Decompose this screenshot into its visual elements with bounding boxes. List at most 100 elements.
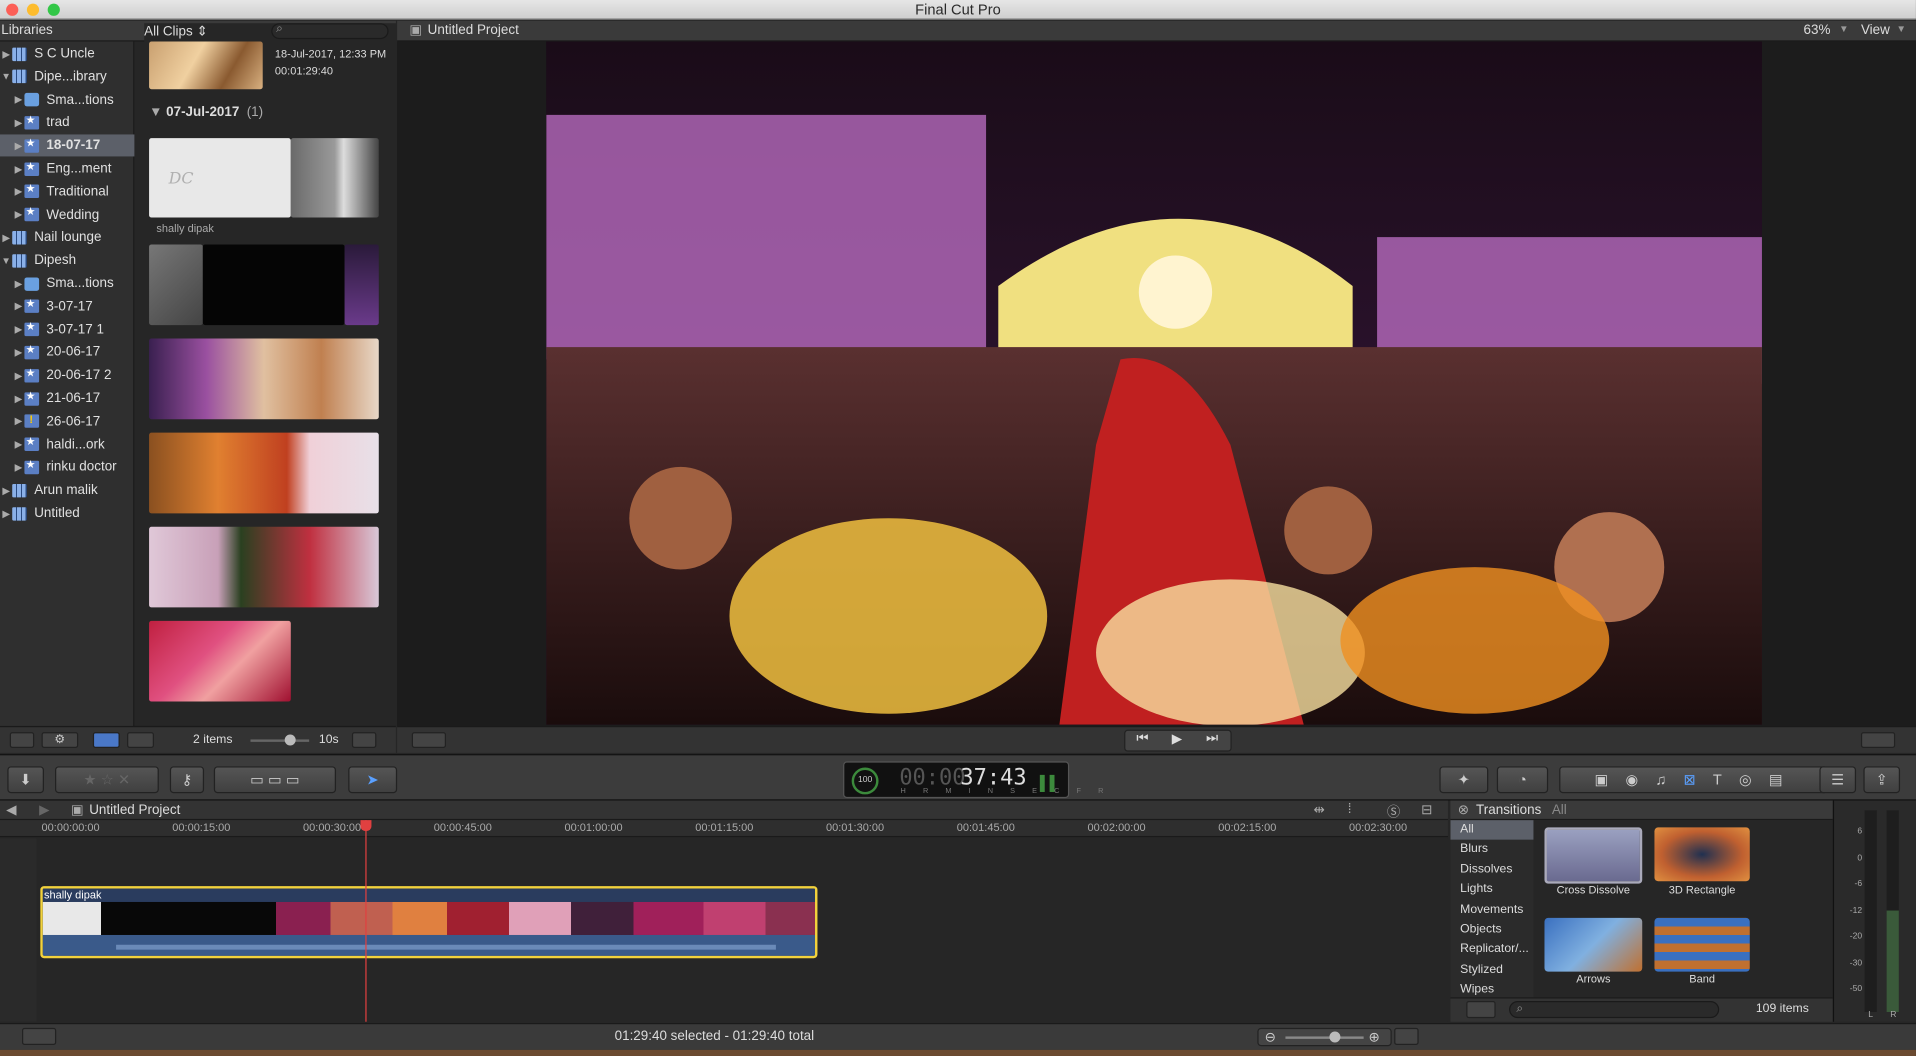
timeline-ruler[interactable]: 00:00:00:00 00:00:15:00 00:00:30:00 00:00:4… (0, 820, 1448, 838)
clip-thumbnail[interactable] (149, 41, 263, 90)
zoom-slider-knob[interactable] (284, 734, 296, 746)
music-icon[interactable]: ♫ (1655, 771, 1683, 788)
timeline-clip[interactable]: shally dipak (40, 886, 818, 959)
clip-appearance-button[interactable] (1394, 1027, 1419, 1045)
back-arrow-icon[interactable]: ◀ (6, 802, 16, 818)
disclosure-triangle-icon[interactable]: ▶ (12, 370, 24, 381)
transition-category[interactable]: Replicator/... (1450, 940, 1533, 960)
transition-thumbnail[interactable] (1654, 917, 1750, 972)
transition-thumbnail[interactable] (1544, 917, 1643, 972)
disclosure-triangle-icon[interactable]: ▶ (12, 439, 24, 450)
transitions-search-field[interactable]: ⌕ (1509, 1000, 1720, 1019)
library-item[interactable]: ▶ 3-07-17 1 (0, 318, 134, 340)
clip-thumbnail[interactable] (344, 244, 379, 326)
zoom-slider-knob[interactable] (1329, 1031, 1341, 1043)
disclosure-triangle-icon[interactable]: ▶ (12, 301, 24, 312)
transition-thumbnail[interactable] (1654, 827, 1750, 882)
snapping-icon[interactable]: ⊟ (1421, 802, 1432, 818)
timeline-zoom-control[interactable]: ⊖ ⊕ (1257, 1027, 1392, 1047)
share-icon[interactable]: ⇪ (1863, 766, 1901, 794)
disclosure-triangle-icon[interactable]: ▶ (12, 393, 24, 404)
library-item[interactable]: ▶ Sma...tions (0, 89, 134, 111)
playhead[interactable] (365, 820, 367, 1022)
transition-category[interactable]: Movements (1450, 900, 1533, 920)
clip-appearance-button[interactable] (351, 732, 377, 748)
transition-category[interactable]: Stylized (1450, 960, 1533, 980)
clip-thumbnail[interactable] (149, 526, 379, 608)
fullscreen-button[interactable] (1860, 732, 1896, 748)
edit-buttons[interactable]: ▭ ▭ ▭ (213, 766, 337, 794)
solo-icon[interactable]: Ⓢ (1387, 802, 1400, 822)
transition-thumbnail[interactable] (1544, 827, 1643, 884)
disclosure-triangle-icon[interactable]: ▶ (0, 232, 12, 243)
library-item[interactable]: ▶ 20-06-17 2 (0, 364, 134, 386)
transition-category[interactable]: Wipes (1450, 980, 1533, 997)
skimming-icon[interactable]: ⇹ (1314, 802, 1325, 818)
library-item[interactable]: ▶ Eng...ment (0, 158, 134, 180)
import-icon[interactable]: ⬇ (7, 766, 44, 794)
library-item[interactable]: ▶ 3-07-17 (0, 296, 134, 318)
library-item[interactable]: ▶ Arun malik (0, 479, 134, 501)
clip-thumbnail[interactable]: DC (149, 138, 291, 218)
library-item[interactable]: ▶ trad (0, 112, 134, 134)
play-icon[interactable]: ▶ (1172, 731, 1182, 747)
library-item[interactable]: ▶ Traditional (0, 181, 134, 203)
retime-icon[interactable]: ◔ (1496, 766, 1549, 794)
sidebar-toggle-button[interactable] (1466, 1000, 1496, 1019)
disclosure-triangle-icon[interactable]: ▼ (149, 105, 162, 120)
filmstrip-view-button[interactable] (92, 732, 120, 748)
clip-thumbnail[interactable] (149, 244, 203, 326)
view-menu[interactable]: View (1861, 23, 1890, 38)
library-item[interactable]: ▶ Nail lounge (0, 227, 134, 249)
themes-icon[interactable]: ▤ (1769, 771, 1800, 788)
media-browser-buttons[interactable]: ▣◉♫⊠T◎▤ (1559, 766, 1828, 794)
timecode-display[interactable]: 100 00:00 37:43 HRMINSECFR (843, 761, 1103, 799)
disclosure-triangle-icon[interactable]: ▶ (12, 140, 24, 151)
disclosure-triangle-icon[interactable]: ▶ (12, 347, 24, 358)
library-item[interactable]: ▼ Dipe...ibrary (0, 66, 134, 88)
library-item[interactable]: ▶ 26-06-17 (0, 410, 134, 432)
clip-thumbnail[interactable] (202, 244, 345, 326)
background-tasks-indicator[interactable]: 100 (851, 767, 879, 795)
viewer-display-button[interactable] (411, 732, 446, 748)
disclosure-triangle-icon[interactable]: ▼ (0, 255, 12, 266)
select-tool-icon[interactable]: ➤ (348, 766, 398, 794)
library-item[interactable]: ▶ 18-07-17 (0, 134, 135, 157)
disclosure-triangle-icon[interactable]: ▶ (12, 94, 24, 105)
browser-search-field[interactable]: ⌕ (271, 22, 389, 40)
disclosure-triangle-icon[interactable]: ▶ (12, 186, 24, 197)
sidebar-toggle-button[interactable] (9, 732, 35, 748)
clip-thumbnail[interactable] (149, 432, 379, 514)
transition-category[interactable]: Objects (1450, 920, 1533, 940)
close-icon[interactable]: ⊗ (1458, 802, 1469, 818)
chevron-down-icon[interactable]: ▼ (1896, 23, 1906, 34)
library-item[interactable]: ▶ haldi...ork (0, 433, 134, 455)
library-item[interactable]: ▶ 21-06-17 (0, 387, 134, 409)
disclosure-triangle-icon[interactable]: ▶ (12, 324, 24, 335)
clip-thumbnail[interactable] (149, 338, 379, 420)
list-view-button[interactable] (127, 732, 154, 748)
effects-icon[interactable]: ▣ (1595, 771, 1626, 788)
playhead-handle[interactable] (360, 820, 372, 832)
disclosure-triangle-icon[interactable]: ▶ (12, 163, 24, 174)
transition-category[interactable]: Dissolves (1450, 860, 1533, 880)
transitions-filter[interactable]: All (1552, 803, 1567, 818)
transitions-icon[interactable]: ⊠ (1684, 771, 1713, 788)
disclosure-triangle-icon[interactable]: ▶ (12, 209, 24, 220)
clip-zoom-slider[interactable] (250, 739, 310, 742)
previous-edit-icon[interactable]: ⏮ (1136, 731, 1148, 747)
library-item[interactable]: ▶ Sma...tions (0, 273, 134, 295)
transition-category[interactable]: Blurs (1450, 840, 1533, 860)
timeline-index-button[interactable] (21, 1027, 57, 1045)
disclosure-triangle-icon[interactable]: ▶ (0, 48, 12, 59)
disclosure-triangle-icon[interactable]: ▼ (0, 71, 12, 82)
enhance-icon[interactable]: ✦ (1439, 766, 1489, 794)
chevron-down-icon[interactable]: ▼ (1839, 23, 1849, 34)
library-item[interactable]: ▼ Dipesh (0, 250, 134, 272)
disclosure-triangle-icon[interactable]: ▶ (12, 117, 24, 128)
disclosure-triangle-icon[interactable]: ▶ (0, 508, 12, 519)
library-item[interactable]: ▶ 20-06-17 (0, 341, 134, 363)
library-item[interactable]: ▶ rinku doctor (0, 456, 134, 478)
keyword-icon[interactable]: ⚷ (169, 766, 205, 794)
camera-icon[interactable]: ◉ (1626, 771, 1656, 788)
